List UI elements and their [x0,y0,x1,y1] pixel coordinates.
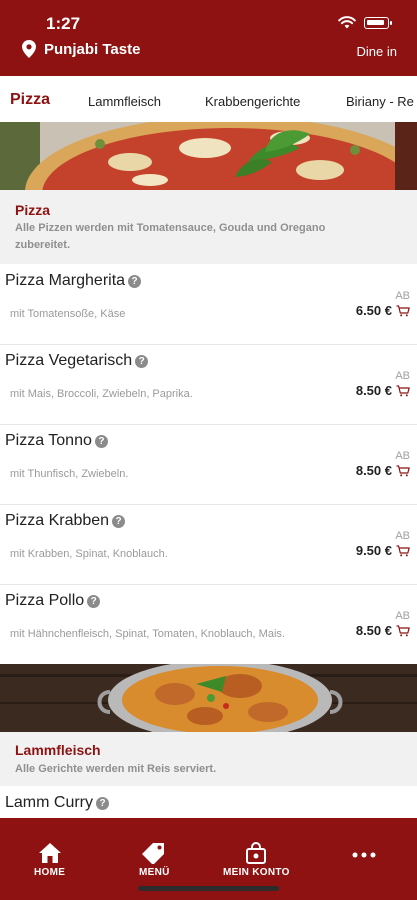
category-description: Alle Pizzen werden mit Tomatensauce, Gou… [15,222,326,251]
menu-item-pizza-margherita[interactable]: Pizza Margherita ? mit Tomatensoße, Käse… [0,264,417,345]
pizza-banner-image [0,122,417,190]
item-price: 8.50 € [355,383,392,398]
item-name: Lamm Curry [5,794,94,811]
nav-menu[interactable]: MENÜ [139,842,170,878]
bag-icon [246,842,267,864]
item-name: Pizza Pollo [5,592,85,609]
status-time: 1:27 [46,14,81,33]
home-icon [38,843,61,863]
more-icon [352,852,376,858]
category-description: Alle Gerichte werden mit Reis serviert. [15,763,217,775]
category-tabs: Pizza Lammfleisch Krabbengerichte Birian… [0,76,417,123]
info-icon[interactable]: ? [94,434,108,448]
category-title: Lammfleisch [15,742,101,758]
category-header-lammfleisch: Lammfleisch Alle Gerichte werden mit Rei… [0,732,417,786]
info-icon[interactable]: ? [128,274,142,288]
tag-icon [142,843,165,864]
restaurant-name: Punjabi Taste [44,40,141,58]
tab-biriany[interactable]: Biriany - Re [346,94,414,109]
status-icons [338,16,392,29]
item-name: Pizza Tonno [5,432,92,449]
cart-icon[interactable] [396,544,410,557]
location-selector[interactable]: Punjabi Taste [22,40,140,58]
cart-icon[interactable] [396,464,410,477]
cart-icon[interactable] [396,304,410,317]
item-description: mit Mais, Broccoli, Zwiebeln, Paprika. [10,388,193,400]
category-header-pizza: Pizza Alle Pizzen werden mit Tomatensauc… [0,190,417,264]
info-icon[interactable]: ? [112,514,126,528]
item-name: Pizza Margherita [5,272,126,289]
menu-item-pizza-krabben[interactable]: Pizza Krabben ? mit Krabben, Spinat, Kno… [0,504,417,585]
nav-account[interactable]: MEIN KONTO [223,842,290,878]
price-from-label: AB [395,290,410,302]
price-from-label: AB [395,530,410,542]
location-pin-icon [22,40,36,58]
info-icon[interactable]: ? [96,796,110,810]
tab-lammfleisch[interactable]: Lammfleisch [88,94,161,109]
price-from-label: AB [395,370,410,382]
tab-krabbengerichte[interactable]: Krabbengerichte [205,94,300,109]
app-header: 1:27 Punjabi Taste Dine in [0,0,417,76]
home-indicator [138,886,279,891]
item-price: 9.50 € [355,543,392,558]
item-price: 8.50 € [355,623,392,638]
info-icon[interactable]: ? [135,354,149,368]
item-description: mit Thunfisch, Zwiebeln. [10,468,129,480]
cart-icon[interactable] [396,384,410,397]
item-name: Pizza Krabben [5,512,110,529]
item-price: 8.50 € [355,463,392,478]
item-price: 6.50 € [355,303,392,318]
nav-more[interactable] [352,852,376,858]
item-description: mit Hähnchenfleisch, Spinat, Tomaten, Kn… [10,628,285,640]
info-icon[interactable]: ? [87,594,101,608]
item-name: Pizza Vegetarisch [5,352,133,369]
menu-item-pizza-pollo[interactable]: Pizza Pollo ? mit Hähnchenfleisch, Spina… [0,584,417,665]
menu-item-pizza-vegetarisch[interactable]: Pizza Vegetarisch ? mit Mais, Broccoli, … [0,344,417,425]
item-description: mit Krabben, Spinat, Knoblauch. [10,548,168,560]
price-from-label: AB [395,610,410,622]
price-from-label: AB [395,450,410,462]
item-description: mit Tomatensoße, Käse [10,308,126,320]
nav-home[interactable]: HOME [34,842,65,878]
lamb-banner-image [0,664,417,732]
category-title: Pizza [15,202,51,218]
menu-item-pizza-tonno[interactable]: Pizza Tonno ? mit Thunfisch, Zwiebeln. A… [0,424,417,505]
battery-icon [364,16,392,29]
wifi-icon [338,16,356,29]
dine-in-toggle[interactable]: Dine in [357,44,397,59]
cart-icon[interactable] [396,624,410,637]
tab-pizza[interactable]: Pizza [10,91,50,109]
